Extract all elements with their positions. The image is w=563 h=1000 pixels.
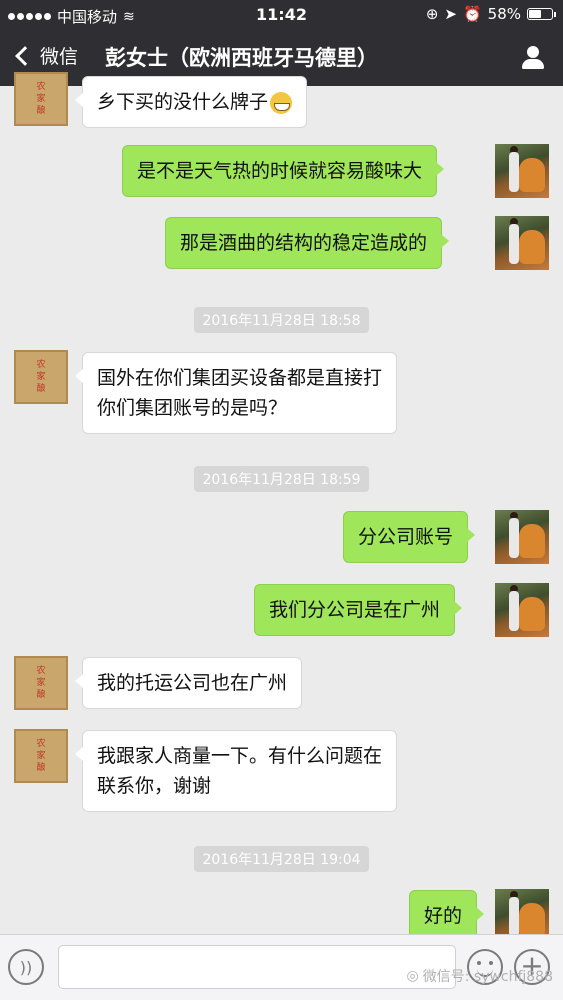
- message-bubble-in[interactable]: 我跟家人商量一下。有什么问题在 联系你，谢谢: [74, 730, 398, 812]
- message-bubble-out[interactable]: 那是酒曲的结构的稳定造成的: [165, 217, 450, 269]
- timestamp: 2016年11月28日 18:58: [0, 307, 563, 333]
- grin-emoji-icon: [270, 91, 293, 114]
- message-text: 我们分公司是在广州: [269, 599, 441, 621]
- message-text-line: 我跟家人商量一下。有什么问题在: [97, 745, 383, 767]
- message-text: 那是酒曲的结构的稳定造成的: [180, 232, 428, 254]
- message-bubble-out[interactable]: 分公司账号: [343, 511, 476, 563]
- my-avatar[interactable]: [495, 510, 549, 564]
- status-bar: 中国移动 ≋ 11:42 ⊕ ➤ ⏰ 58%: [0, 0, 563, 30]
- battery-icon: [527, 8, 556, 20]
- message-bubble-in[interactable]: 乡下买的没什么牌子: [74, 76, 308, 128]
- back-label: 微信: [40, 46, 79, 68]
- back-button[interactable]: 微信: [14, 42, 78, 69]
- timestamp: 2016年11月28日 18:59: [0, 466, 563, 492]
- message-bubble-out[interactable]: 是不是天气热的时候就容易酸味大: [122, 145, 445, 197]
- message-text: 好的: [424, 905, 463, 927]
- contact-avatar[interactable]: 农家酿: [14, 729, 68, 783]
- message-text: 分公司账号: [358, 526, 454, 548]
- contact-avatar[interactable]: 农家酿: [14, 656, 68, 710]
- message-bubble-in[interactable]: 我的托运公司也在广州: [74, 657, 303, 709]
- timestamp: 2016年11月28日 19:04: [0, 846, 563, 872]
- message-text-line: 国外在你们集团买设备都是直接打: [97, 367, 383, 389]
- alarm-icon: ⏰: [462, 5, 482, 23]
- message-text: 我的托运公司也在广州: [97, 672, 288, 694]
- location-icon: ➤: [444, 5, 457, 23]
- wechat-icon: ◎: [406, 968, 419, 984]
- watermark: ◎ 微信号: sywchfj888: [406, 968, 553, 985]
- message-input[interactable]: [58, 945, 456, 989]
- chevron-left-icon: [15, 45, 35, 66]
- my-avatar[interactable]: [495, 144, 549, 198]
- message-text: 乡下买的没什么牌子: [97, 91, 269, 113]
- my-avatar[interactable]: [495, 583, 549, 637]
- my-avatar[interactable]: [495, 216, 549, 270]
- message-text-line: 联系你，谢谢: [97, 775, 212, 797]
- battery-percent: 58%: [487, 5, 521, 23]
- person-icon[interactable]: [519, 44, 547, 72]
- message-bubble-out[interactable]: 我们分公司是在广州: [254, 584, 463, 636]
- lock-rotation-icon: ⊕: [425, 5, 439, 23]
- message-text: 是不是天气热的时候就容易酸味大: [137, 160, 423, 182]
- voice-icon[interactable]: )): [8, 949, 44, 985]
- contact-avatar[interactable]: 农家酿: [14, 350, 68, 404]
- chat-title: 彭女士（欧洲西班牙马德里）: [105, 46, 378, 70]
- contact-avatar[interactable]: 农家酿: [14, 72, 68, 126]
- message-text-line: 你们集团账号的是吗？: [97, 397, 288, 419]
- message-bubble-in[interactable]: 国外在你们集团买设备都是直接打 你们集团账号的是吗？: [74, 352, 398, 434]
